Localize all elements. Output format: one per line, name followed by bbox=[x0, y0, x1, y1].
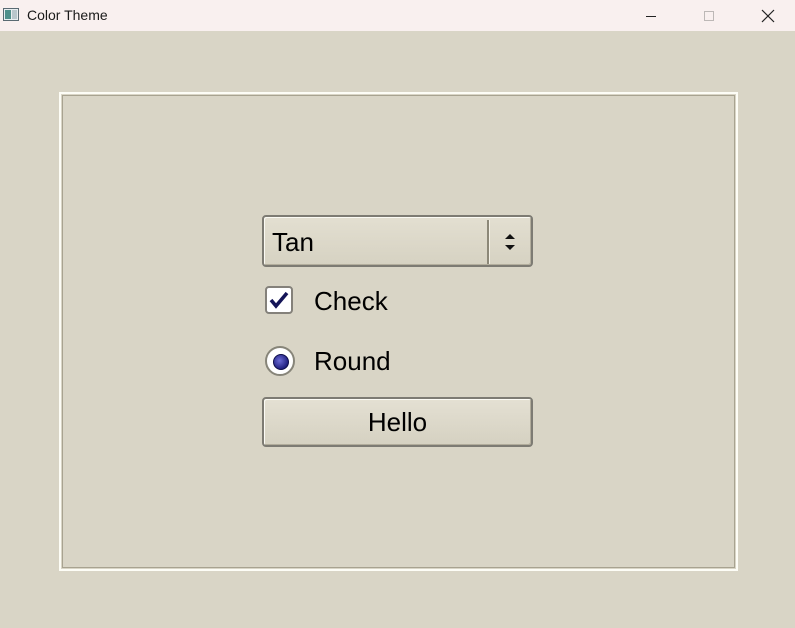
round-option[interactable]: Round bbox=[265, 345, 465, 379]
minimize-button[interactable] bbox=[628, 0, 674, 31]
content-frame bbox=[59, 92, 738, 571]
checkmark-icon bbox=[269, 291, 289, 309]
title-bar[interactable]: Color Theme bbox=[0, 0, 795, 31]
radio-button[interactable] bbox=[265, 346, 295, 376]
maximize-button[interactable] bbox=[686, 0, 732, 31]
select-divider bbox=[487, 220, 490, 264]
window-title: Color Theme bbox=[27, 7, 108, 23]
check-option[interactable]: Check bbox=[265, 285, 465, 319]
theme-select[interactable]: Tan bbox=[262, 215, 533, 267]
hello-button[interactable]: Hello bbox=[262, 397, 533, 447]
close-icon bbox=[761, 9, 775, 22]
radio-label: Round bbox=[314, 346, 391, 376]
checkbox[interactable] bbox=[265, 286, 293, 314]
theme-select-value: Tan bbox=[272, 227, 314, 257]
radio-selected-dot bbox=[273, 354, 289, 370]
close-button[interactable] bbox=[745, 0, 791, 31]
spinner-arrows-icon[interactable] bbox=[500, 231, 520, 253]
maximize-icon bbox=[704, 10, 714, 21]
checkbox-label: Check bbox=[314, 286, 388, 316]
minimize-icon bbox=[646, 15, 656, 17]
app-icon bbox=[3, 8, 19, 21]
